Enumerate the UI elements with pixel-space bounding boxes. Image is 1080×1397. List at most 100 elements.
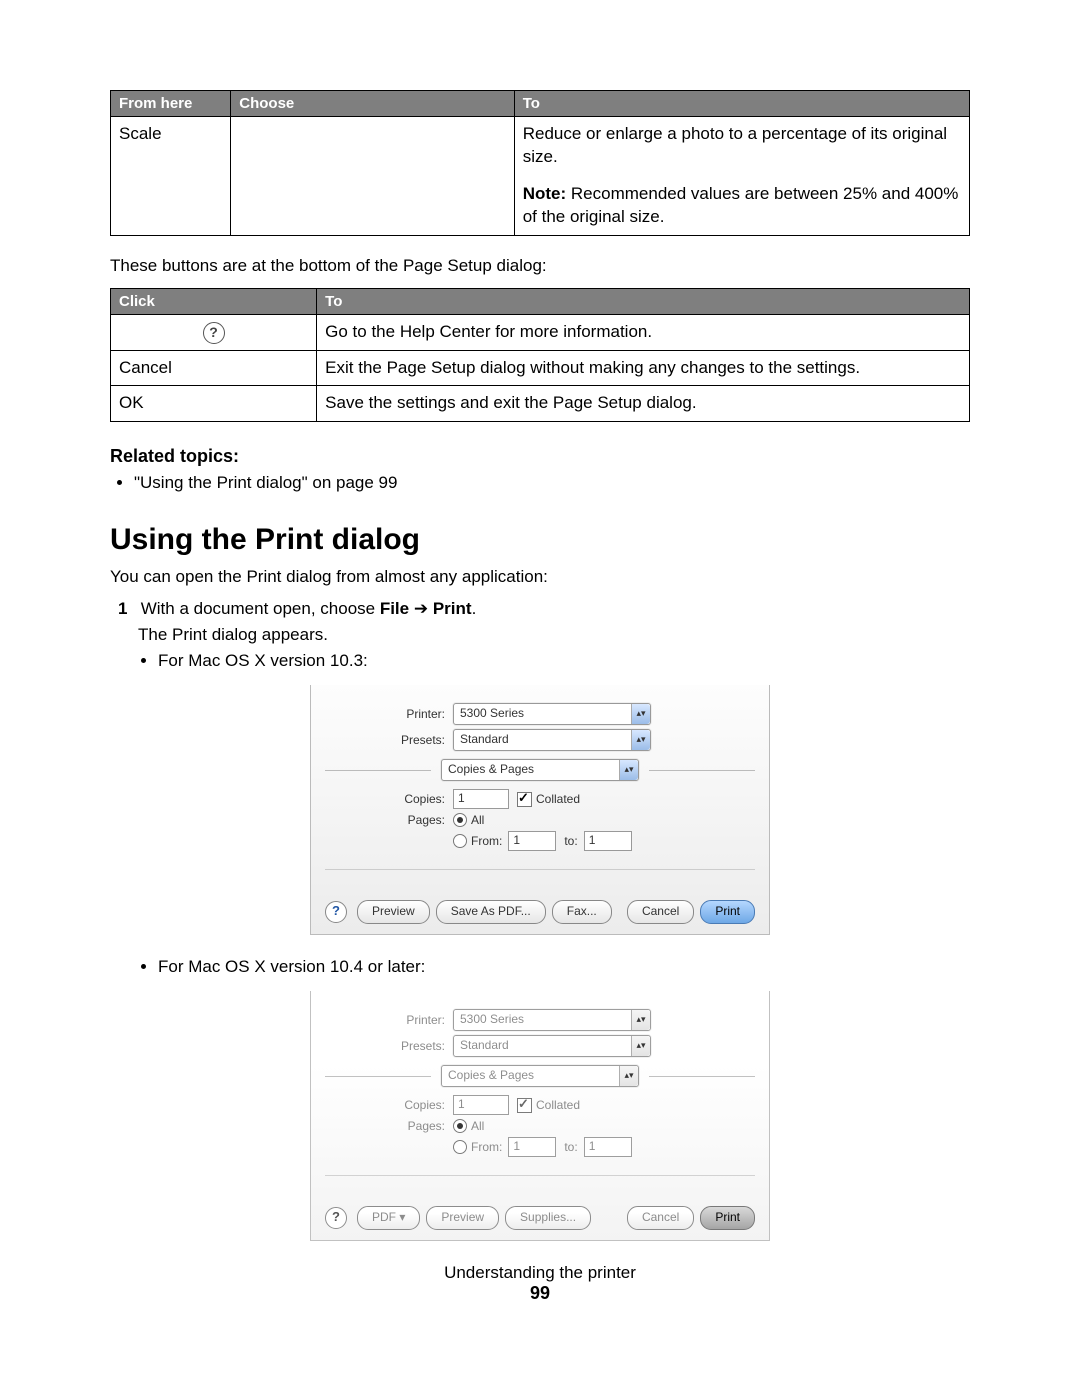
presets-combo[interactable]: Standard ▴▾ [453, 729, 651, 751]
table-row: Cancel Exit the Page Setup dialog withou… [111, 350, 970, 386]
separator [649, 770, 755, 771]
collated-label: Collated [536, 792, 580, 806]
separator [325, 770, 431, 771]
section-heading: Using the Print dialog [110, 523, 970, 557]
copies-input[interactable]: 1 [453, 789, 509, 809]
step-1: 1 With a document open, choose File ➔ Pr… [118, 599, 970, 619]
step1-arrow: ➔ [409, 599, 433, 618]
printer-label: Printer: [325, 707, 453, 721]
chevron-updown-icon: ▴▾ [631, 1036, 650, 1056]
table1-row-from: Scale [111, 117, 231, 236]
from-label: From: [471, 834, 502, 848]
bullet-macos-104: For Mac OS X version 10.4 or later: [158, 957, 970, 977]
table2-row0-click: ? [111, 314, 317, 350]
table-row: Scale Reduce or enlarge a photo to a per… [111, 117, 970, 236]
paragraph-buttons-intro: These buttons are at the bottom of the P… [110, 254, 970, 278]
note-label: Note: [523, 184, 566, 203]
pages-all-radio[interactable] [453, 1119, 467, 1133]
to-label: to: [564, 1140, 577, 1154]
presets-label: Presets: [325, 733, 453, 747]
to-input[interactable]: 1 [584, 1137, 632, 1157]
separator [325, 869, 755, 870]
step-number: 1 [118, 599, 136, 619]
printer-label: Printer: [325, 1013, 453, 1027]
save-as-pdf-button[interactable]: Save As PDF... [436, 900, 546, 924]
table2-header-to: To [317, 288, 970, 314]
separator [325, 1076, 431, 1077]
presets-value: Standard [460, 1038, 509, 1052]
help-icon: ? [203, 322, 225, 344]
pane-value: Copies & Pages [448, 1068, 534, 1082]
table2-row2-to: Save the settings and exit the Page Setu… [317, 386, 970, 422]
help-button[interactable]: ? [325, 1207, 347, 1229]
printer-value: 5300 Series [460, 1012, 524, 1026]
note-text: Recommended values are between 25% and 4… [523, 184, 959, 226]
cancel-button[interactable]: Cancel [627, 1206, 694, 1230]
pages-from-radio[interactable] [453, 834, 467, 848]
presets-value: Standard [460, 732, 509, 746]
separator [649, 1076, 755, 1077]
table2-row0-to: Go to the Help Center for more informati… [317, 314, 970, 350]
preview-button[interactable]: Preview [426, 1206, 499, 1230]
chevron-updown-icon: ▴▾ [631, 730, 650, 750]
printer-combo[interactable]: 5300 Series ▴▾ [453, 703, 651, 725]
presets-label: Presets: [325, 1039, 453, 1053]
collated-label: Collated [536, 1098, 580, 1112]
from-input[interactable]: 1 [508, 831, 556, 851]
fax-button[interactable]: Fax... [552, 900, 612, 924]
page-footer: Understanding the printer 99 [110, 1263, 970, 1304]
table2-row1-to: Exit the Page Setup dialog without makin… [317, 350, 970, 386]
copies-label: Copies: [325, 792, 453, 806]
print-button[interactable]: Print [700, 1206, 755, 1230]
table1-header-from: From here [111, 91, 231, 117]
related-topic-item: "Using the Print dialog" on page 99 [134, 473, 970, 493]
bullet-macos-103: For Mac OS X version 10.3: [158, 651, 970, 671]
pages-from-radio[interactable] [453, 1140, 467, 1154]
chevron-updown-icon: ▴▾ [631, 1010, 650, 1030]
table2-header-click: Click [111, 288, 317, 314]
pages-all-label: All [471, 813, 484, 827]
print-dialog-104: Printer: 5300 Series ▴▾ Presets: Standar… [310, 991, 770, 1241]
table1-to-text: Reduce or enlarge a photo to a percentag… [523, 123, 961, 169]
table1-note: Note: Recommended values are between 25%… [523, 183, 961, 229]
copies-input[interactable]: 1 [453, 1095, 509, 1115]
pages-all-label: All [471, 1119, 484, 1133]
footer-title: Understanding the printer [110, 1263, 970, 1283]
chevron-updown-icon: ▴▾ [631, 704, 650, 724]
page-setup-options-table: From here Choose To Scale Reduce or enla… [110, 90, 970, 236]
table2-row1-click: Cancel [111, 350, 317, 386]
related-topics-heading: Related topics: [110, 446, 970, 467]
from-input[interactable]: 1 [508, 1137, 556, 1157]
table-row: ? Go to the Help Center for more informa… [111, 314, 970, 350]
table1-row-to: Reduce or enlarge a photo to a percentag… [514, 117, 969, 236]
print-button[interactable]: Print [700, 900, 755, 924]
printer-value: 5300 Series [460, 706, 524, 720]
table-row: OK Save the settings and exit the Page S… [111, 386, 970, 422]
help-button[interactable]: ? [325, 901, 347, 923]
table1-header-to: To [514, 91, 969, 117]
pane-value: Copies & Pages [448, 762, 534, 776]
supplies-button[interactable]: Supplies... [505, 1206, 591, 1230]
copies-label: Copies: [325, 1098, 453, 1112]
pages-label: Pages: [325, 813, 453, 827]
pages-all-radio[interactable] [453, 813, 467, 827]
step1-file: File [380, 599, 409, 618]
step1-print: Print [433, 599, 472, 618]
paragraph-open-dialog: You can open the Print dialog from almos… [110, 565, 970, 589]
cancel-button[interactable]: Cancel [627, 900, 694, 924]
pane-combo[interactable]: Copies & Pages ▴▾ [441, 759, 639, 781]
to-input[interactable]: 1 [584, 831, 632, 851]
preview-button[interactable]: Preview [357, 900, 430, 924]
step1-sub: The Print dialog appears. [138, 625, 970, 645]
step1-post: . [472, 599, 477, 618]
collated-checkbox[interactable] [517, 792, 532, 807]
page-setup-buttons-table: Click To ? Go to the Help Center for mor… [110, 288, 970, 423]
pdf-menu-button[interactable]: PDF ▾ [357, 1206, 420, 1230]
chevron-updown-icon: ▴▾ [619, 760, 638, 780]
presets-combo[interactable]: Standard ▴▾ [453, 1035, 651, 1057]
table1-header-choose: Choose [231, 91, 514, 117]
printer-combo[interactable]: 5300 Series ▴▾ [453, 1009, 651, 1031]
pane-combo[interactable]: Copies & Pages ▴▾ [441, 1065, 639, 1087]
print-dialog-103: Printer: 5300 Series ▴▾ Presets: Standar… [310, 685, 770, 935]
collated-checkbox[interactable] [517, 1098, 532, 1113]
